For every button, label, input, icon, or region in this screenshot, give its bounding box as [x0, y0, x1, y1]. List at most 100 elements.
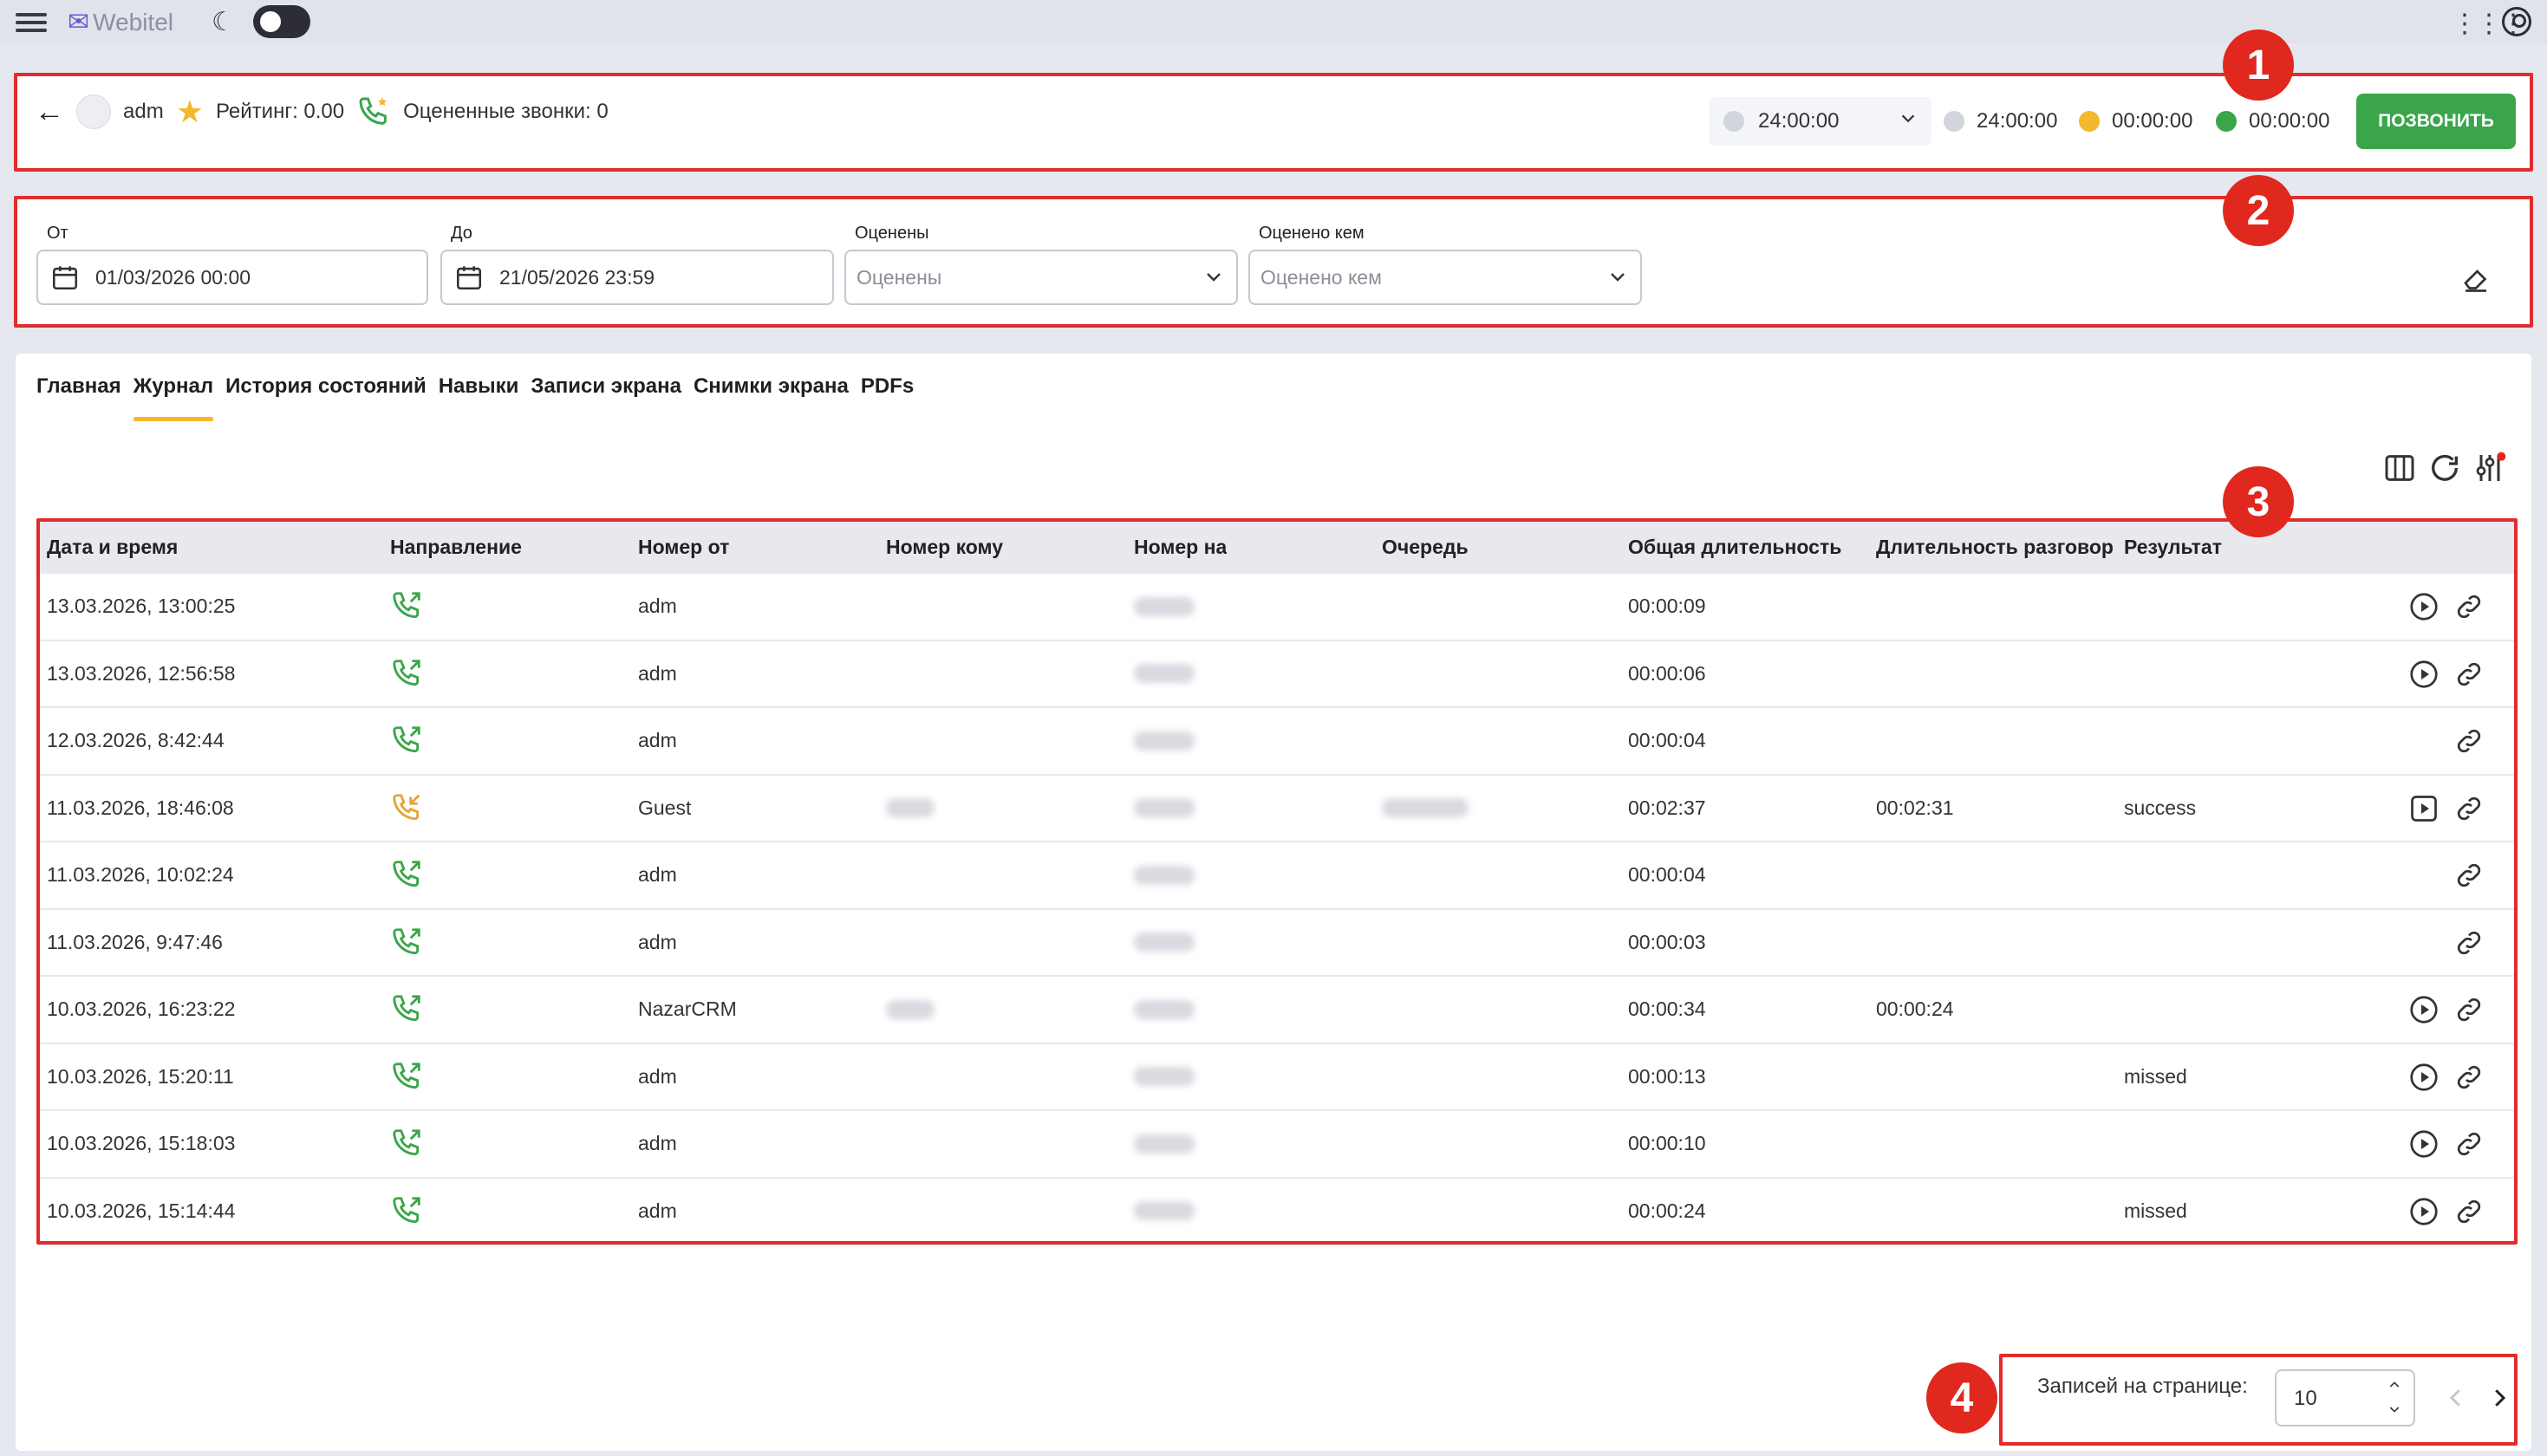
cell-on-redacted: [1134, 865, 1195, 885]
theme-toggle[interactable]: [253, 5, 310, 38]
cell-total: 00:00:04: [1628, 863, 1706, 887]
tab-screenshots[interactable]: Снимки экрана: [694, 374, 849, 407]
play-icon[interactable]: [2408, 1128, 2440, 1160]
column-header[interactable]: Общая длительность: [1628, 536, 1871, 559]
table-row[interactable]: 13.03.2026, 13:00:25 adm 00:00:09: [38, 574, 2514, 641]
cell-on-redacted: [1134, 596, 1195, 616]
online-timer: 00:00:00: [2216, 109, 2329, 133]
cell-datetime: 10.03.2026, 15:14:44: [47, 1199, 236, 1222]
next-page-icon[interactable]: [2486, 1383, 2512, 1413]
chevron-down-icon[interactable]: [2387, 1402, 2401, 1416]
table-row[interactable]: 10.03.2026, 16:23:22 NazarCRM 00:00:34 00:0…: [38, 977, 2514, 1044]
play-icon[interactable]: [2408, 994, 2440, 1025]
moon-icon: ☾: [212, 8, 235, 36]
rated-by-select[interactable]: Оценено кем: [1248, 250, 1642, 305]
from-date-input[interactable]: 01/03/2026 00:00: [36, 250, 428, 305]
column-header[interactable]: Номер кому: [886, 536, 1003, 559]
play-icon[interactable]: [2408, 1196, 2440, 1227]
table-row[interactable]: 10.03.2026, 15:14:44 adm 00:00:24 missed: [38, 1179, 2514, 1245]
link-icon[interactable]: [2453, 1128, 2485, 1160]
column-header[interactable]: Дата и время: [47, 536, 178, 559]
column-header[interactable]: Результат: [2124, 536, 2222, 559]
tab-pdfs[interactable]: PDFs: [861, 374, 914, 407]
play-icon[interactable]: [2408, 591, 2440, 622]
cell-total: 00:00:09: [1628, 595, 1706, 618]
to-label: До: [451, 224, 472, 243]
tab-main[interactable]: Главная: [36, 374, 121, 407]
cell-from: adm: [638, 729, 677, 752]
cell-total: 00:00:04: [1628, 729, 1706, 752]
table-row[interactable]: 13.03.2026, 12:56:58 adm 00:00:06: [38, 641, 2514, 708]
table-row[interactable]: 11.03.2026, 10:02:24 adm 00:00:04: [38, 842, 2514, 910]
tab-journal[interactable]: Журнал: [133, 374, 214, 421]
table-row[interactable]: 11.03.2026, 18:46:08 Guest 00:02:37 00:02:3…: [38, 776, 2514, 842]
app-name: Webitel: [93, 8, 173, 36]
rated-by-label: Оценено кем: [1259, 224, 1365, 243]
status-select[interactable]: 24:00:00: [1710, 97, 1931, 146]
table-row[interactable]: 12.03.2026, 8:42:44 adm 00:00:04: [38, 708, 2514, 776]
account-icon[interactable]: [2502, 7, 2531, 36]
link-icon[interactable]: [2453, 994, 2485, 1025]
rated-by-placeholder: Оценено кем: [1260, 265, 1382, 289]
link-icon[interactable]: [2453, 927, 2485, 959]
app-logo[interactable]: ✉ Webitel: [68, 7, 173, 37]
link-icon[interactable]: [2453, 860, 2485, 891]
tab-skills[interactable]: Навыки: [439, 374, 519, 407]
menu-icon[interactable]: [16, 9, 47, 35]
play-icon[interactable]: [2408, 659, 2440, 690]
agent-info: ← adm ★ Рейтинг: 0.00 Оцененные звонки: …: [35, 94, 609, 130]
play-icon[interactable]: [2408, 1062, 2440, 1093]
rated-call-icon: [359, 97, 388, 125]
column-header[interactable]: Очередь: [1382, 536, 1469, 559]
cell-datetime: 11.03.2026, 18:46:08: [47, 796, 234, 819]
prev-page-icon[interactable]: [2443, 1383, 2469, 1413]
cell-total: 00:00:06: [1628, 661, 1706, 685]
link-icon[interactable]: [2453, 1196, 2485, 1227]
table-row[interactable]: 10.03.2026, 15:20:11 adm 00:00:13 missed: [38, 1044, 2514, 1111]
cell-datetime: 13.03.2026, 12:56:58: [47, 661, 236, 685]
outbound-call-icon: [390, 724, 423, 762]
per-page-value: 10: [2294, 1387, 2317, 1410]
annotation-badge-2: 2: [2223, 175, 2294, 246]
column-header[interactable]: Направление: [390, 536, 522, 559]
link-icon[interactable]: [2453, 1062, 2485, 1093]
to-date-input[interactable]: 21/05/2026 23:59: [440, 250, 834, 305]
link-icon[interactable]: [2453, 659, 2485, 690]
chevron-up-icon[interactable]: [2387, 1378, 2401, 1392]
table-row[interactable]: 10.03.2026, 15:18:03 adm 00:00:10: [38, 1111, 2514, 1179]
column-header[interactable]: Длительность разговора: [1876, 536, 2114, 559]
video-icon[interactable]: [2408, 793, 2440, 824]
rated-select[interactable]: Оценены: [844, 250, 1238, 305]
chevron-down-icon: [1901, 114, 1915, 123]
link-icon[interactable]: [2453, 591, 2485, 622]
column-header[interactable]: Номер на: [1134, 536, 1227, 559]
webitel-logo-icon: ✉: [68, 8, 90, 36]
pause-timer: 00:00:00: [2079, 109, 2192, 133]
calendar-icon: [456, 266, 482, 290]
column-width-icon[interactable]: [2382, 451, 2417, 485]
back-arrow-icon[interactable]: ←: [35, 95, 64, 129]
table-header: Дата и время Направление Номер от Номер …: [38, 520, 2514, 574]
status-selected-time: 24:00:00: [1758, 109, 1840, 133]
filter-settings-icon[interactable]: [2472, 451, 2507, 485]
tab-state-history[interactable]: История состояний: [225, 374, 427, 407]
clear-filters-eraser-icon[interactable]: [2460, 263, 2492, 295]
cell-datetime: 10.03.2026, 16:23:22: [47, 998, 236, 1021]
table-row[interactable]: 11.03.2026, 9:47:46 adm 00:00:03: [38, 910, 2514, 977]
link-icon[interactable]: [2453, 725, 2485, 757]
cell-from: adm: [638, 1199, 677, 1222]
annotation-badge-1: 1: [2223, 29, 2294, 101]
call-button[interactable]: ПОЗВОНИТЬ: [2356, 94, 2516, 149]
cell-on-redacted: [1134, 1201, 1195, 1221]
link-icon[interactable]: [2453, 793, 2485, 824]
refresh-icon[interactable]: [2427, 451, 2462, 485]
cell-from: Guest: [638, 796, 692, 819]
tab-screen-recordings[interactable]: Записи экрана: [531, 374, 681, 407]
outbound-call-icon: [390, 992, 423, 1030]
table-body: 13.03.2026, 13:00:25 adm 00:00:09 13.03.202…: [38, 574, 2514, 1245]
top-bar: ✉ Webitel ☾ ⋮⋮⋮: [0, 0, 2547, 43]
cell-on-redacted: [1134, 1134, 1195, 1154]
per-page-input[interactable]: 10: [2275, 1369, 2415, 1427]
column-header[interactable]: Номер от: [638, 536, 729, 559]
cell-total: 00:00:24: [1628, 1199, 1706, 1222]
